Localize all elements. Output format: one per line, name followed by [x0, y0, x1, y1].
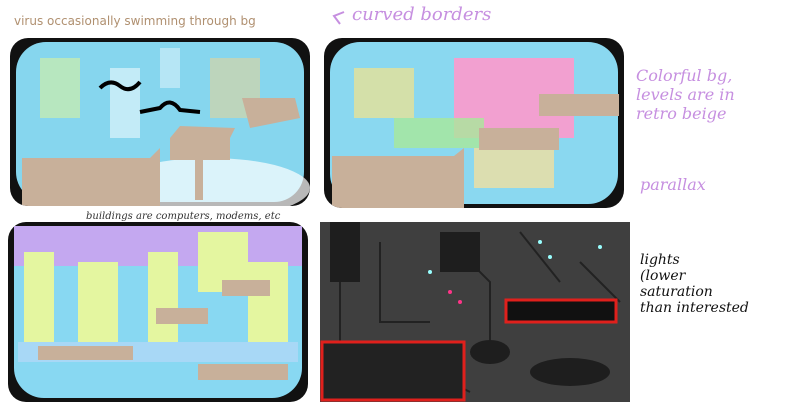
colorful-bg-line-2: levels are in [636, 85, 735, 104]
panel-dark-scene [320, 222, 630, 402]
buildings-note: buildings are computers, modems, etc [86, 211, 281, 222]
lights-line-1: lights [640, 252, 680, 268]
colorful-bg-line-1: Colorful bg, [636, 66, 733, 85]
parallax-note: parallax [640, 175, 706, 194]
colorful-bg-line-3: retro beige [636, 104, 727, 123]
curved-borders-note: curved borders [330, 2, 550, 34]
panel-buildings [8, 222, 308, 402]
lights-line-2: (lower [640, 268, 686, 284]
panel-virus-scene [10, 38, 310, 206]
panel-colorful-bg [324, 38, 624, 208]
lights-line-3: saturation [640, 284, 713, 300]
caption-virus: virus occasionally swimming through bg [14, 14, 256, 28]
lights-line-4: than interested [640, 300, 749, 316]
curved-borders-label: curved borders [352, 4, 492, 25]
lights-note: lights (lower saturation than interested [640, 252, 749, 316]
colorful-bg-note: Colorful bg, levels are in retro beige [636, 66, 735, 123]
